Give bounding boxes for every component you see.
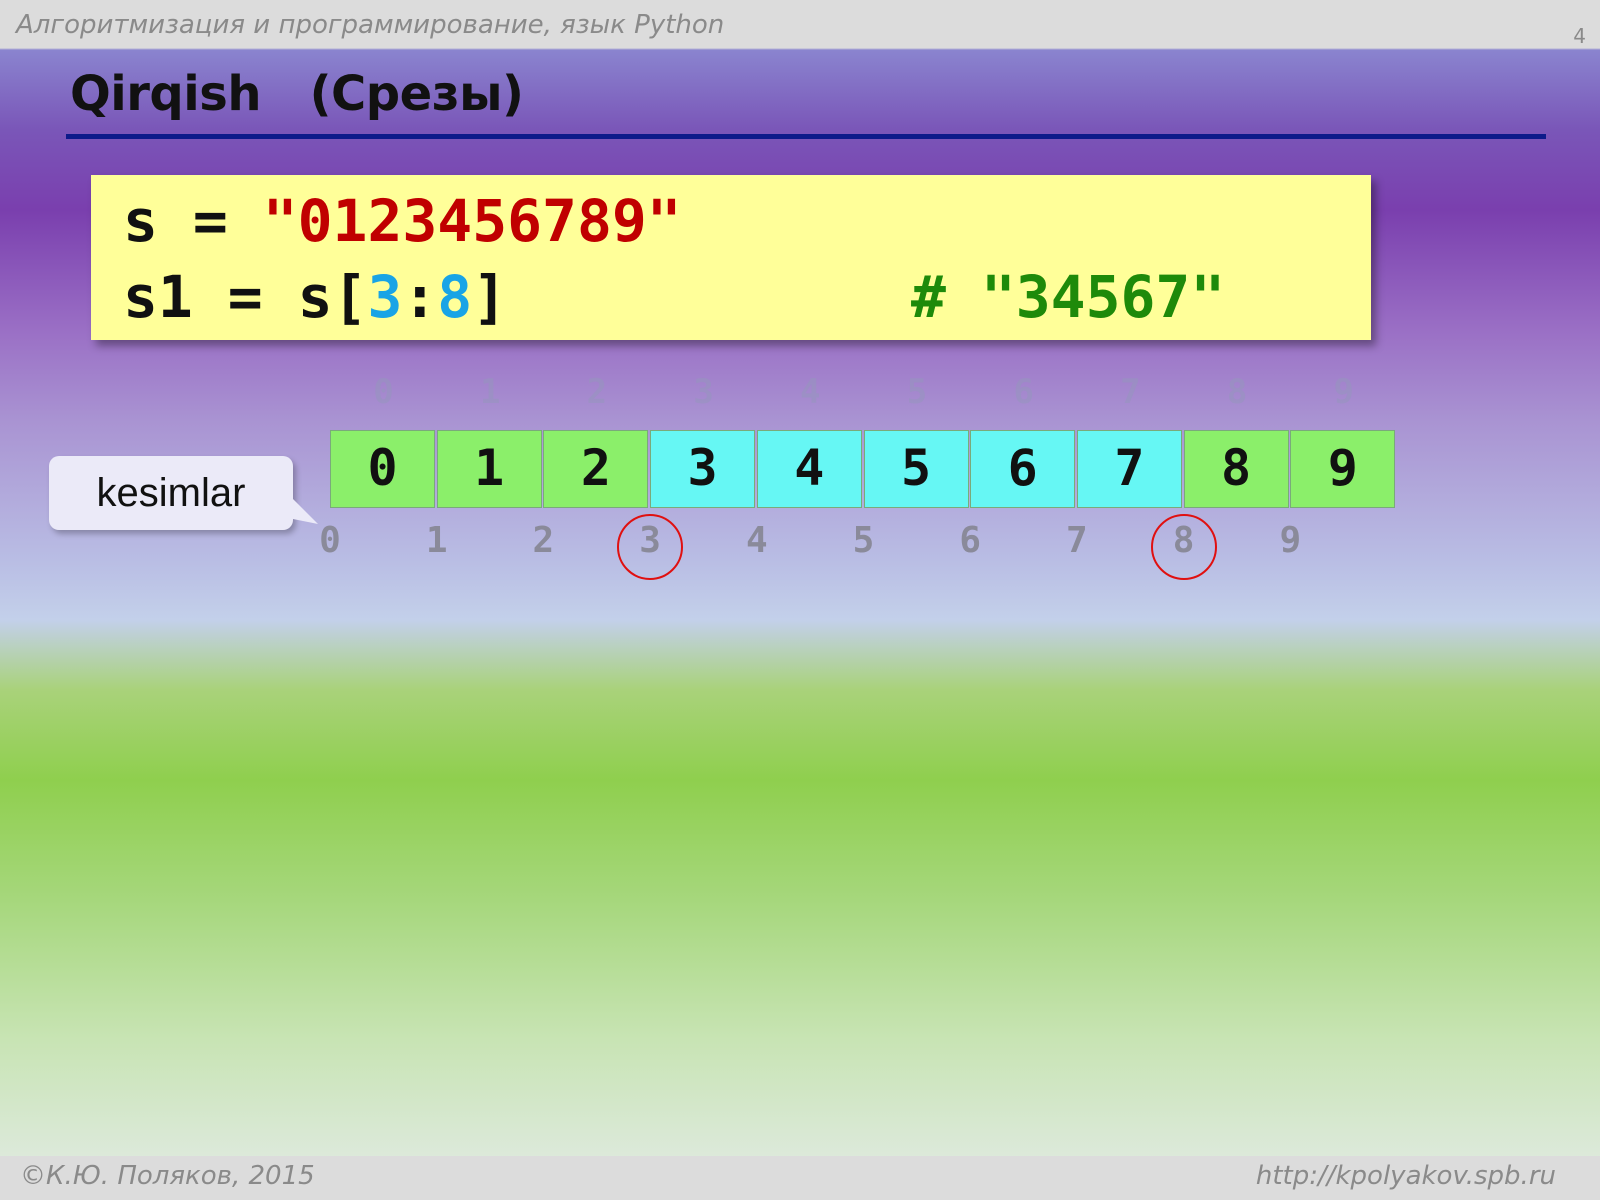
footer-copyright: ©К.Ю. Поляков, 2015: [20, 1161, 315, 1191]
top-index: 9: [1333, 372, 1355, 412]
highlight-circle: [1150, 514, 1217, 580]
top-index: 8: [1226, 372, 1248, 412]
callout-label: kesimlar: [96, 471, 246, 515]
code-bracket-open: [: [332, 263, 368, 331]
boundary-index: 1: [425, 520, 448, 561]
string-cell: 6: [970, 430, 1076, 508]
string-cell: 5: [863, 430, 969, 508]
code-var-s1: s1: [123, 263, 193, 331]
code-assign: =: [192, 263, 298, 331]
title-underline: [66, 134, 1546, 139]
top-index: 2: [586, 372, 608, 412]
slice-colon: :: [402, 263, 438, 331]
callout-bubble: kesimlar: [49, 456, 293, 530]
highlight-circle: [617, 514, 684, 580]
boundary-index: 7: [1066, 520, 1088, 561]
slice-end: 8: [437, 263, 473, 331]
code-object: s: [297, 263, 333, 331]
top-index: 0: [373, 372, 394, 412]
boundary-index: 6: [959, 520, 982, 561]
string-cell: 7: [1076, 430, 1182, 508]
boundary-index: 2: [532, 520, 555, 561]
string-cell: 3: [650, 430, 756, 508]
slide-background: Алгоритмизация и программирование, язык …: [0, 0, 1600, 1200]
string-cell: 2: [543, 430, 649, 508]
course-title: Алгоритмизация и программирование, язык …: [16, 10, 725, 40]
page-number: 4: [1573, 24, 1586, 48]
top-index: 7: [1120, 372, 1141, 412]
code-line-2: s1 = s[3:8]: [123, 263, 507, 331]
code-block: s = "0123456789" s1 = s[3:8] # "34567": [91, 175, 1371, 340]
boundary-index: 9: [1279, 520, 1302, 561]
callout-pointer: [288, 494, 318, 524]
top-index: 4: [800, 372, 821, 412]
footer-url: http://kpolyakov.spb.ru: [1255, 1161, 1556, 1191]
string-cell: 8: [1183, 430, 1289, 508]
top-index: 6: [1013, 372, 1034, 412]
boundary-index: 5: [852, 520, 875, 561]
code-string-literal: "0123456789": [262, 187, 682, 255]
string-cell: 4: [756, 430, 862, 508]
code-bracket-close: ]: [472, 263, 508, 331]
code-line-1: s = "0123456789": [123, 187, 682, 255]
slice-start: 3: [367, 263, 403, 331]
top-index: 3: [693, 372, 714, 412]
top-index: 1: [479, 372, 501, 412]
boundary-index: 4: [745, 520, 768, 561]
code-comment: # "34567": [911, 263, 1226, 331]
code-assign: =: [157, 187, 263, 255]
code-var-s: s: [123, 187, 158, 255]
slide-title: Qirqish (Срезы): [70, 66, 524, 122]
string-cell: 1: [436, 430, 542, 508]
top-index: 5: [906, 372, 928, 412]
string-cell: 0: [330, 430, 435, 508]
string-cell: 9: [1290, 430, 1396, 508]
